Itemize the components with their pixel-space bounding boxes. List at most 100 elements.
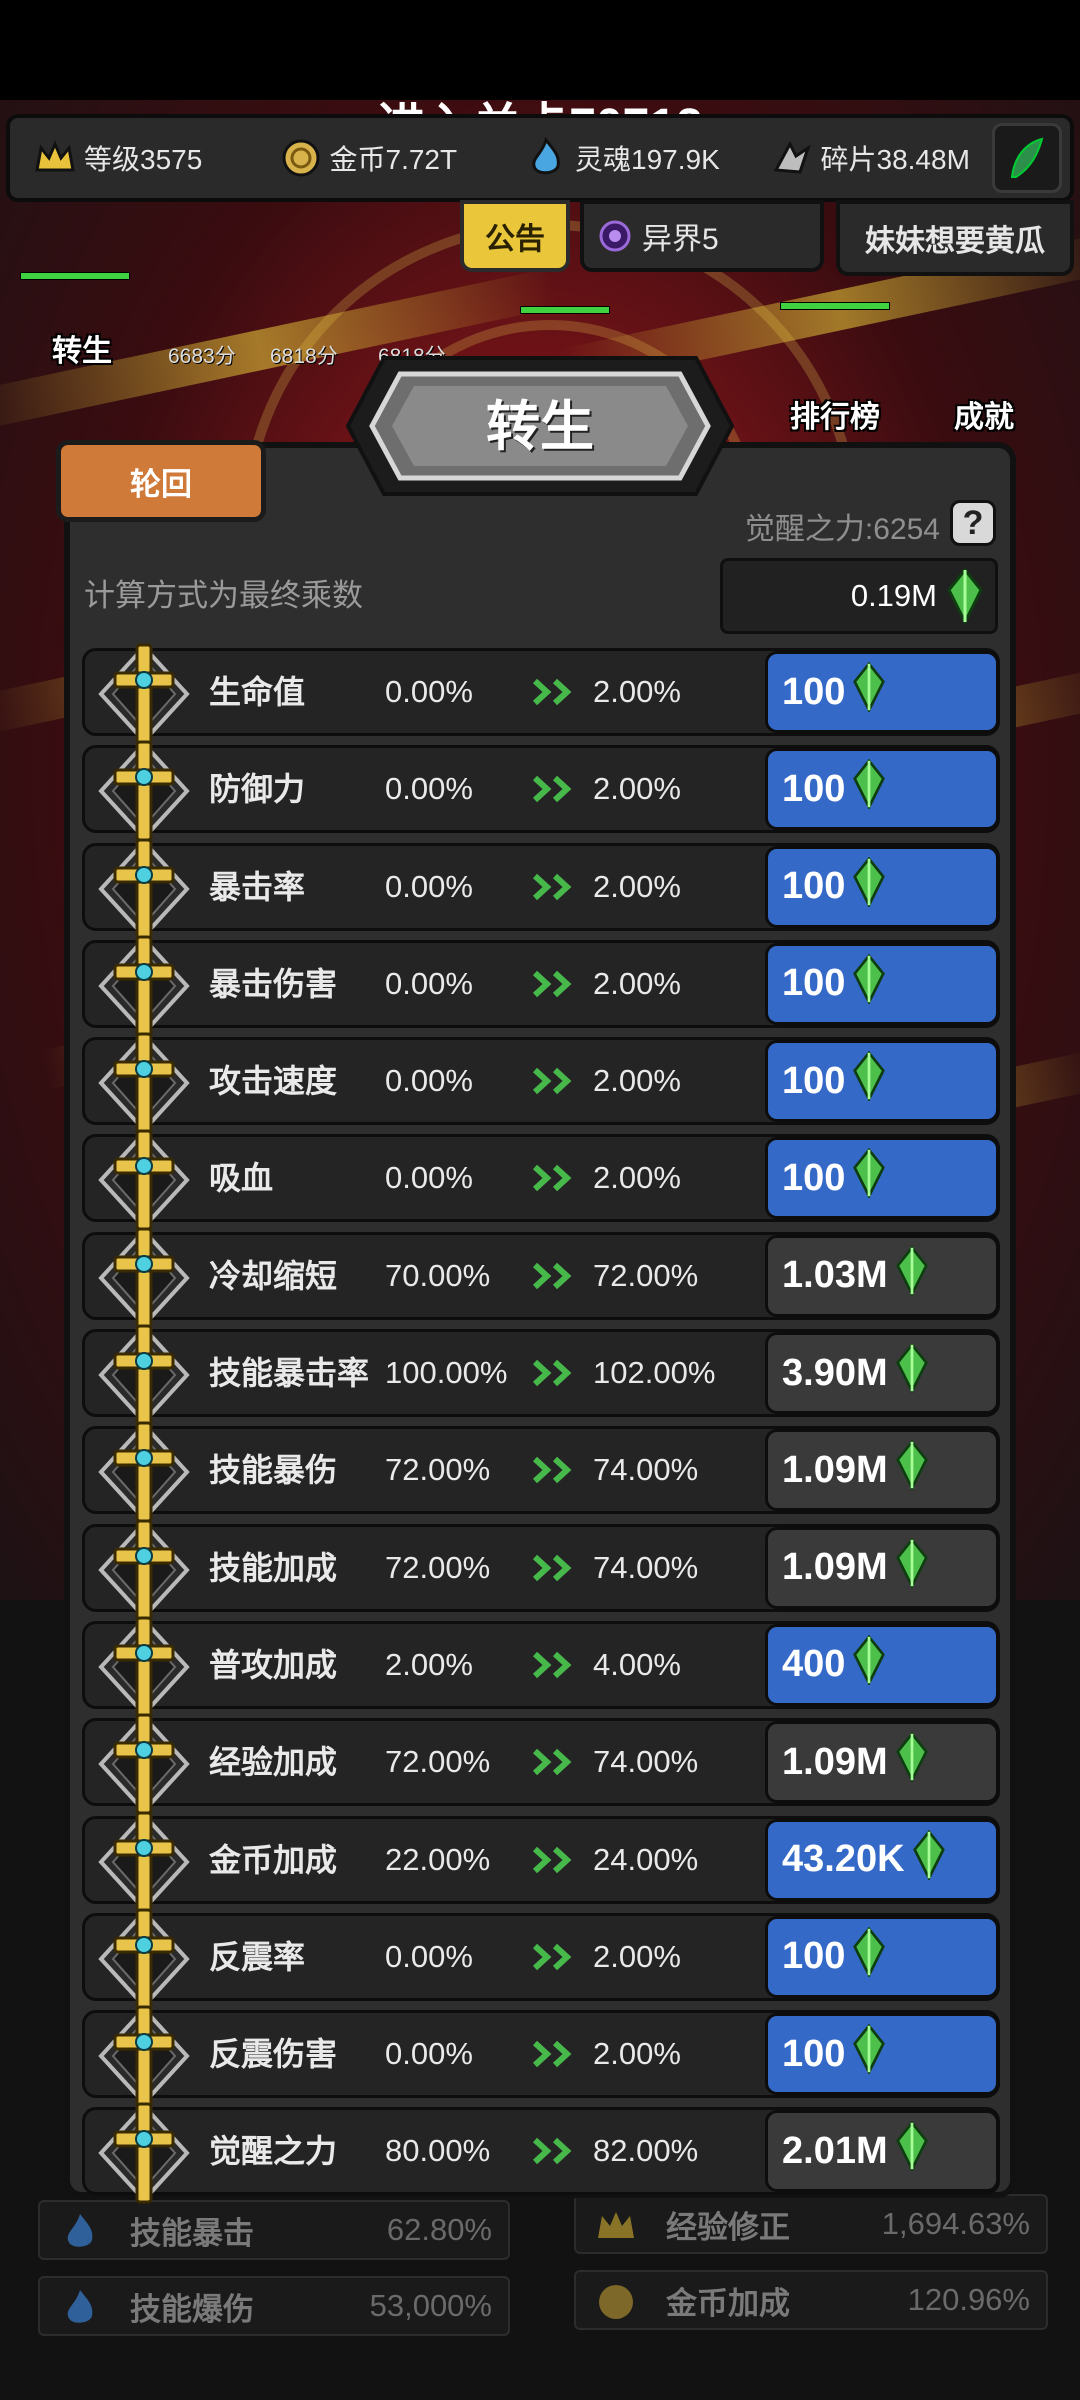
help-button[interactable]: ? — [950, 500, 996, 546]
stat-value: 53,000% — [369, 2288, 492, 2323]
upgrade-next-value: 24.00% — [593, 1841, 699, 1877]
upgrade-buy-button[interactable]: 100 — [765, 845, 999, 928]
upgrade-row: 反震率 0.00% 2.00% 100 — [82, 1908, 1000, 2010]
upgrade-next-value: 74.00% — [593, 1452, 699, 1488]
upgrade-current-value: 100.00% — [385, 1355, 508, 1391]
upgrade-name: 冷却缩短 — [209, 1257, 338, 1294]
upgrade-buy-button[interactable]: 100 — [765, 1915, 999, 1998]
crown-icon — [32, 135, 78, 181]
stat-label: 金币加成 — [666, 2285, 790, 2321]
upgrade-cost: 3.90M — [782, 1351, 888, 1394]
upgrade-buy-button[interactable]: 100 — [765, 942, 999, 1025]
upgrade-buy-button[interactable]: 100 — [765, 748, 999, 831]
upgrade-name: 攻击速度 — [209, 1063, 338, 1100]
tab-sister-quest[interactable]: 妹妹想要黄瓜 — [836, 200, 1074, 276]
upgrade-next-value: 74.00% — [593, 1549, 699, 1585]
crystal-balance: 0.19M — [720, 558, 998, 634]
upgrade-row: 暴击伤害 0.00% 2.00% 100 — [82, 935, 1000, 1037]
green-crystal-icon — [851, 856, 887, 917]
cross-emblem-icon — [91, 1419, 197, 1525]
double-arrow-icon — [531, 1553, 583, 1583]
green-crystal-icon — [894, 1731, 930, 1792]
upgrade-name: 普攻加成 — [209, 1646, 338, 1683]
upgrade-cost: 100 — [782, 962, 846, 1005]
upgrade-buy-button[interactable]: 100 — [765, 651, 999, 733]
upgrade-next-value: 72.00% — [593, 1257, 699, 1293]
tab-notice[interactable]: 公告 — [460, 200, 570, 272]
upgrade-next-value: 2.00% — [593, 868, 681, 904]
double-arrow-icon — [531, 2039, 583, 2069]
double-arrow-icon — [531, 1358, 583, 1388]
stat-value: 62.80% — [386, 2212, 492, 2247]
upgrade-cost: 100 — [782, 1156, 846, 1199]
green-crystal-icon — [894, 2121, 930, 2181]
shard-icon — [769, 135, 815, 181]
upgrade-name: 经验加成 — [209, 1744, 338, 1781]
cross-emblem-icon — [91, 1517, 197, 1623]
upgrade-cost: 1.09M — [782, 1546, 888, 1589]
upgrade-buy-button[interactable]: 3.90M — [765, 1332, 999, 1415]
upgrade-row: 觉醒之力 80.00% 82.00% 2.01M — [82, 2102, 1000, 2204]
resource-bar: 等级3575 金币7.72T 灵魂197.9K 碎片38.48M — [6, 114, 1074, 202]
crystal-balance-value: 0.19M — [850, 578, 937, 613]
green-crystal-icon — [894, 1245, 930, 1306]
cross-emblem-icon — [91, 1322, 197, 1428]
upgrade-current-value: 72.00% — [385, 1744, 491, 1780]
upgrade-buy-button[interactable]: 2.01M — [765, 2110, 999, 2193]
gold-coin-icon — [599, 2285, 633, 2319]
portal-icon — [599, 220, 631, 252]
double-arrow-icon — [531, 1747, 583, 1777]
double-arrow-icon — [531, 1650, 583, 1680]
upgrade-next-value: 2.00% — [593, 674, 681, 709]
upgrade-current-value: 0.00% — [385, 1063, 473, 1099]
upgrade-buy-button[interactable]: 1.03M — [765, 1234, 999, 1317]
hp-bar — [20, 272, 130, 280]
tab-realm-label: 异界5 — [642, 223, 719, 256]
resource-shard: 碎片38.48M — [747, 135, 993, 181]
upgrade-buy-button[interactable]: 1.09M — [765, 1526, 999, 1609]
resource-gold: 金币7.72T — [256, 135, 502, 181]
upgrade-current-value: 72.00% — [385, 1452, 491, 1488]
resource-extra-button[interactable] — [992, 123, 1062, 193]
stat-value: 120.96% — [907, 2282, 1030, 2317]
stat-label: 技能爆伤 — [130, 2291, 254, 2327]
tab-reincarnation[interactable]: 轮回 — [56, 440, 266, 522]
upgrade-buy-button[interactable]: 1.09M — [765, 1429, 999, 1512]
double-arrow-icon — [531, 1066, 583, 1096]
upgrade-name: 吸血 — [209, 1160, 274, 1197]
upgrade-buy-button[interactable]: 100 — [765, 2013, 999, 2096]
resource-soul-label: 灵魂197.9K — [575, 144, 720, 175]
green-crystal-icon — [851, 1148, 887, 1208]
rebirth-shortcut-label[interactable]: 转生 — [52, 326, 112, 370]
resource-level-label: 等级3575 — [84, 144, 203, 175]
score-1: 6683分 — [168, 345, 236, 368]
upgrade-row: 普攻加成 2.00% 4.00% 400 — [82, 1616, 1000, 1718]
upgrade-current-value: 70.00% — [385, 1257, 491, 1293]
hp-bar — [780, 302, 890, 310]
cross-emblem-icon — [91, 836, 197, 942]
upgrade-buy-button[interactable]: 100 — [765, 1040, 999, 1123]
upgrade-buy-button[interactable]: 100 — [765, 1137, 999, 1220]
upgrade-row: 反震伤害 0.00% 2.00% 100 — [82, 2005, 1000, 2107]
soul-flame-icon — [523, 135, 569, 181]
calc-note: 计算方式为最终乘数 — [84, 578, 363, 613]
tab-realm[interactable]: 异界5 — [580, 200, 824, 272]
upgrade-buy-button[interactable]: 400 — [765, 1623, 999, 1706]
ranking-button-label[interactable]: 排行榜 — [790, 392, 880, 436]
upgrade-name: 生命值 — [209, 674, 306, 710]
green-crystal-icon — [894, 1537, 930, 1598]
double-arrow-icon — [531, 969, 583, 999]
upgrade-next-value: 4.00% — [593, 1646, 681, 1682]
upgrade-next-value: 2.00% — [593, 1063, 681, 1099]
upgrade-row: 技能暴击率 100.00% 102.00% 3.90M — [82, 1324, 1000, 1426]
upgrade-cost: 100 — [782, 767, 846, 810]
upgrade-name: 防御力 — [209, 771, 306, 808]
achievement-button-label[interactable]: 成就 — [954, 392, 1014, 436]
cross-emblem-icon — [91, 1030, 197, 1136]
upgrade-buy-button[interactable]: 1.09M — [765, 1721, 999, 1804]
resource-shard-label: 碎片38.48M — [820, 144, 970, 175]
upgrade-row: 暴击率 0.00% 2.00% 100 — [82, 838, 1000, 940]
upgrade-row: 吸血 0.00% 2.00% 100 — [82, 1129, 1000, 1231]
green-crystal-icon — [947, 568, 983, 624]
upgrade-buy-button[interactable]: 43.20K — [765, 1818, 999, 1901]
